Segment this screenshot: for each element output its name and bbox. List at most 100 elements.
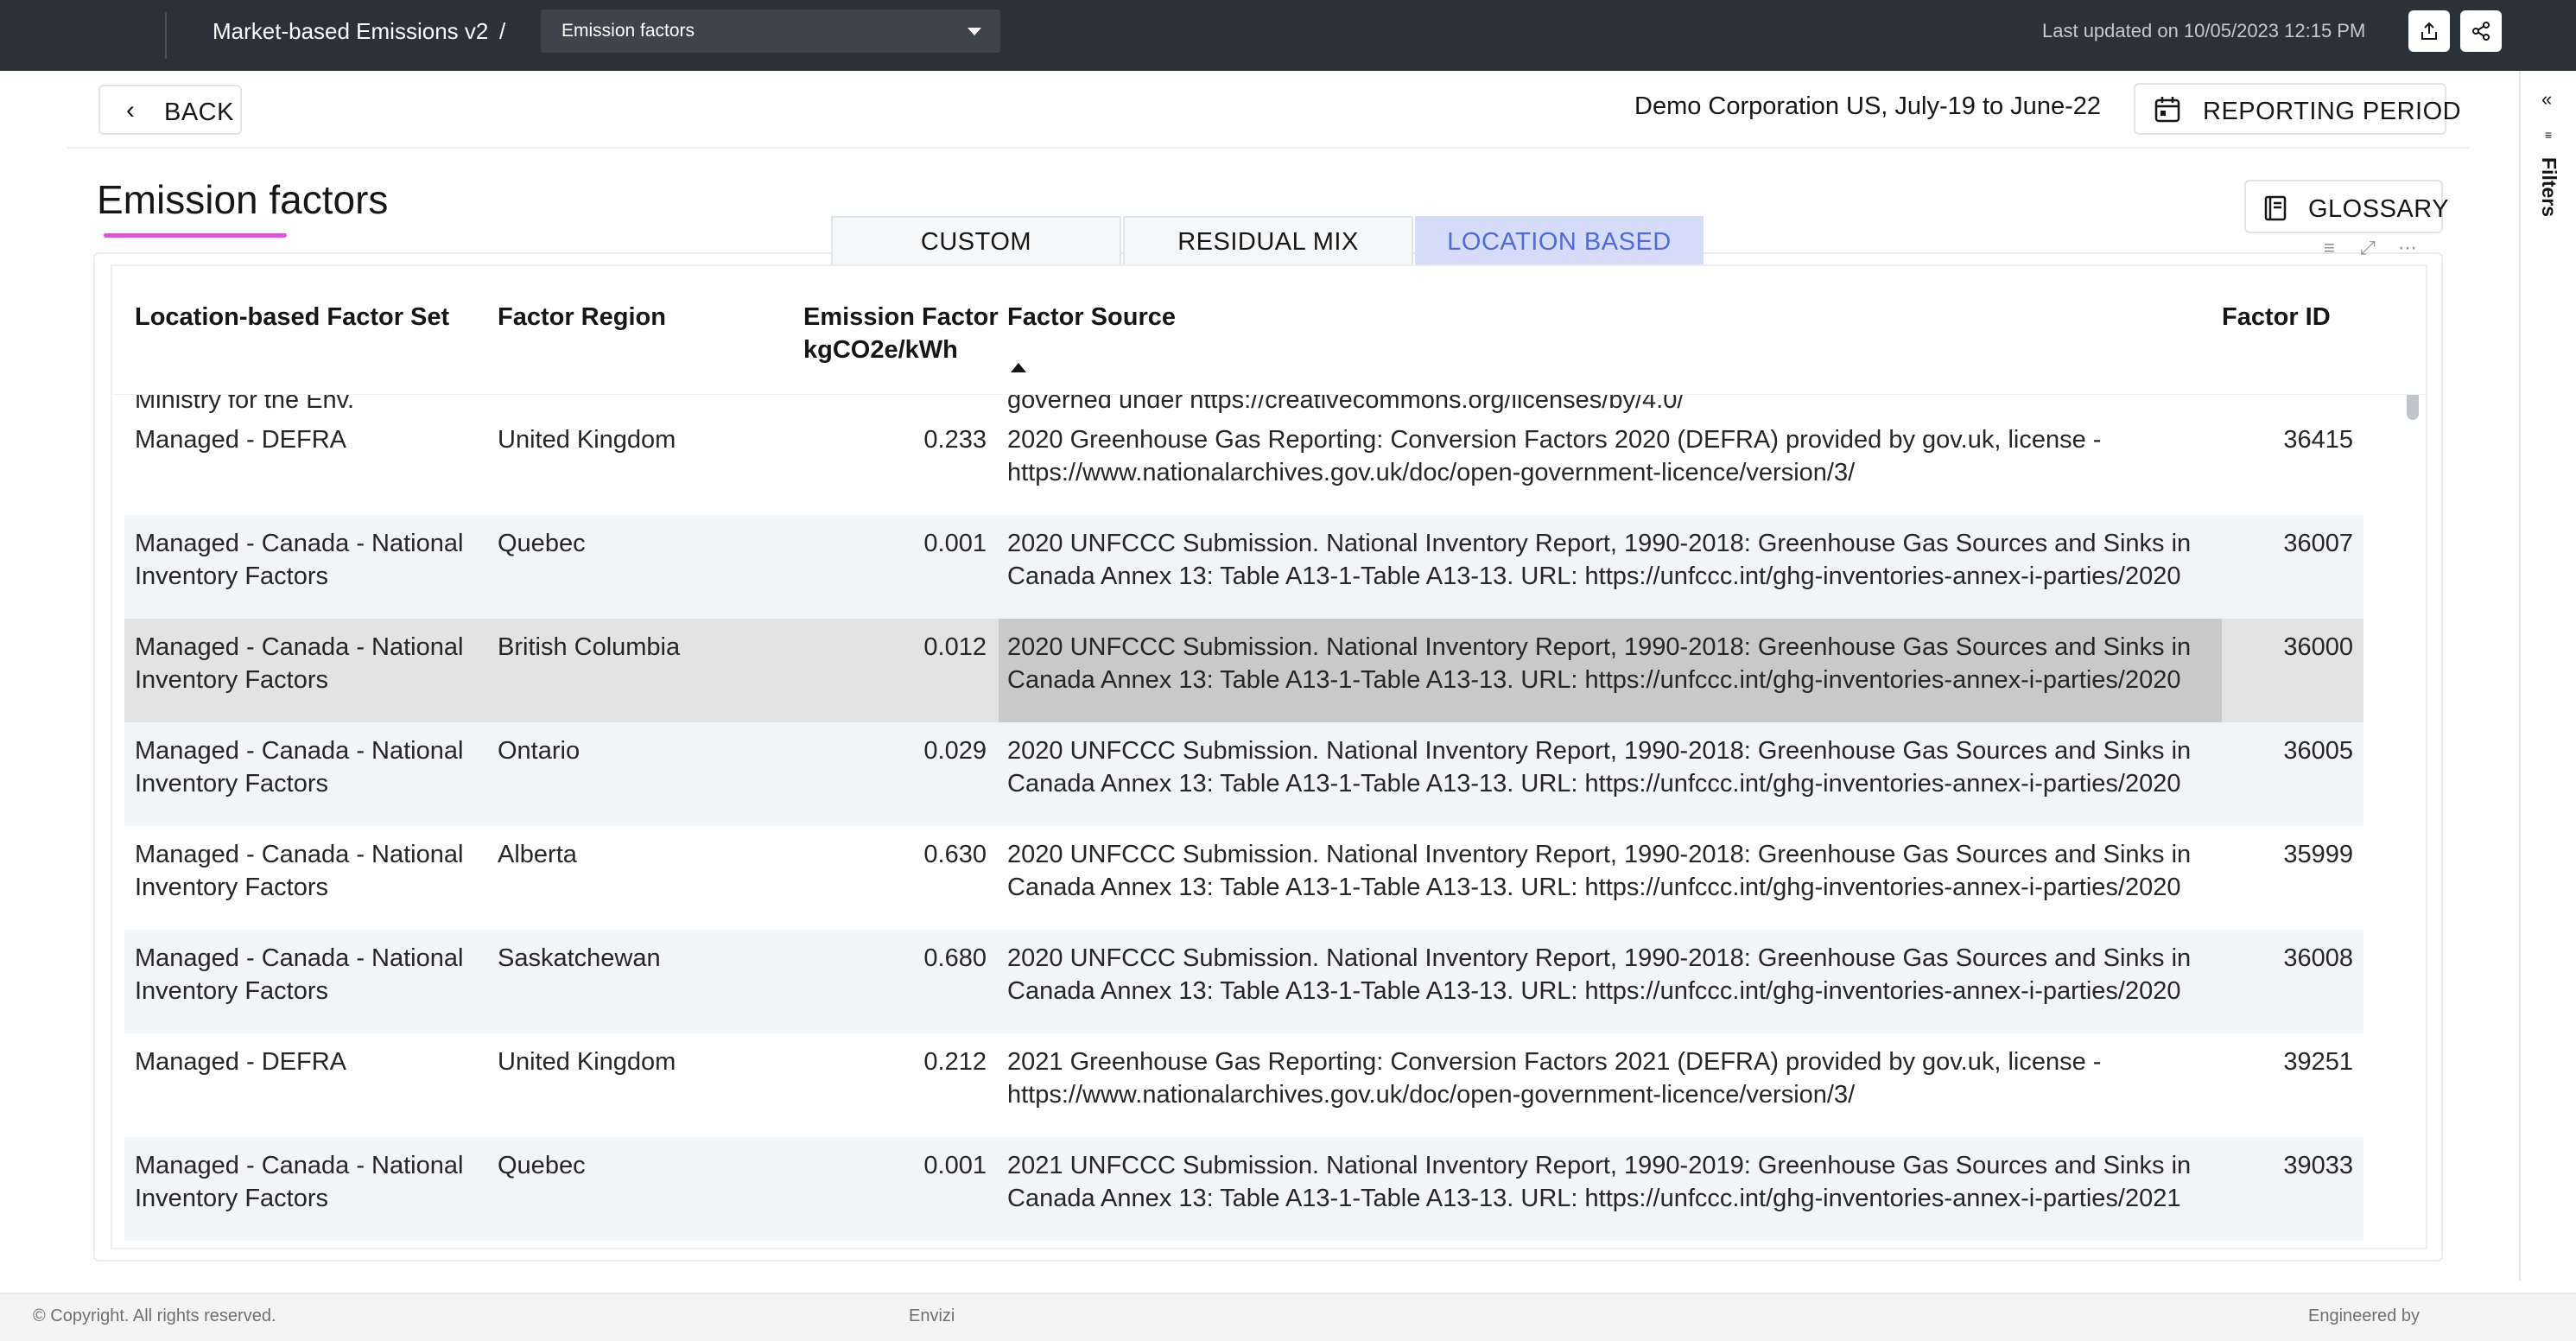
cell-region: United Kingdom (498, 1048, 676, 1076)
cell-source-text: 2020 UNFCCC Submission. National Invento… (1007, 841, 2192, 901)
cell-factor-id: 39033 (2283, 1152, 2353, 1179)
col-header-factor-id[interactable]: Factor ID (2222, 301, 2331, 334)
cell-emission-factor: 0.630 (923, 841, 987, 868)
breadcrumb-separator: / (499, 18, 506, 44)
toolbar-divider (67, 147, 2469, 149)
cell-factor-id: 36008 (2283, 944, 2353, 972)
cell-region: Quebec (498, 530, 586, 557)
cell-factor-id: 39251 (2283, 1048, 2353, 1076)
table-row[interactable]: Managed - DEFRA United Kingdom 0.212 202… (124, 1033, 2363, 1137)
book-icon (2264, 195, 2287, 221)
cell-region: Quebec (498, 1152, 586, 1179)
cell-factor-set: Managed - Canada - National Inventory Fa… (135, 944, 464, 1005)
share-icon (2472, 22, 2490, 41)
footer-brand: Envizi (909, 1306, 955, 1325)
cell-emission-factor: 0.029 (923, 737, 987, 765)
cell-source-text: 2020 UNFCCC Submission. National Invento… (1007, 633, 2192, 694)
table-row[interactable]: Managed - Canada - National Inventory Fa… (124, 826, 2363, 930)
cell-region: Alberta (498, 841, 577, 868)
cell-source: 2021 UNFCCC Submission. National Invento… (999, 1137, 2222, 1241)
table-body: Ministry for the Env. governed under htt… (124, 394, 2363, 1248)
col-header-emission-factor[interactable]: Emission Factor kgCO2e/kWh (803, 301, 999, 366)
cell-source: 2020 UNFCCC Submission. National Invento… (999, 722, 2222, 826)
table-header: Location-based Factor Set Factor Region … (112, 266, 2426, 395)
tab-custom[interactable]: CUSTOM (831, 216, 1121, 268)
cell-source: 2021 Greenhouse Gas Reporting: Conversio… (999, 1033, 2222, 1137)
footer: © Copyright. All rights reserved. Envizi… (0, 1293, 2576, 1341)
cell-emission-factor: 0.680 (923, 944, 987, 972)
footer-engineered-by: Engineered by (2308, 1306, 2420, 1325)
topbar-divider (165, 12, 167, 59)
cell-region: Ontario (498, 737, 581, 765)
collapse-chevron-icon[interactable]: « (2541, 88, 2552, 111)
table-row[interactable]: Managed - Canada - National Inventory Fa… (124, 722, 2363, 826)
app-title[interactable]: Market-based Emissions v2 (213, 17, 488, 45)
table-row-selected[interactable]: Managed - Canada - National Inventory Fa… (124, 619, 2363, 722)
glossary-button[interactable]: GLOSSARY (2244, 180, 2449, 233)
org-period-text: Demo Corporation US, July-19 to June-22 (1634, 92, 2101, 120)
cell-source-text: 2021 UNFCCC Submission. National Invento… (1007, 1152, 2192, 1212)
more-options-icon[interactable]: ⋯ (2398, 237, 2417, 259)
sort-ascending-icon[interactable] (1011, 363, 1026, 372)
cell-emission-factor: 0.001 (923, 1152, 987, 1179)
cell-factor-set: Managed - Canada - National Inventory Fa… (135, 633, 464, 694)
cell-factor-set: Managed - Canada - National Inventory Fa… (135, 530, 464, 590)
cell-factor-set: Managed - DEFRA (135, 1048, 346, 1076)
page-select-dropdown[interactable]: Emission factors (541, 10, 1000, 53)
cell-source: 2020 Greenhouse Gas Reporting: Conversio… (999, 411, 2222, 515)
cell-factor-id: 36000 (2283, 633, 2353, 661)
col-header-factor-set[interactable]: Location-based Factor Set (135, 301, 449, 334)
page-select-value: Emission factors (562, 21, 695, 41)
cell-factor-id: 36007 (2283, 530, 2353, 557)
cell-emission-factor: 0.233 (923, 426, 987, 454)
tab-location-based[interactable]: LOCATION BASED (1415, 216, 1704, 268)
cell-source-text: 2020 Greenhouse Gas Reporting: Conversio… (1007, 426, 2102, 486)
filter-mini-icon: ≡ (2545, 128, 2553, 142)
emission-factors-table: Location-based Factor Set Factor Region … (111, 264, 2427, 1249)
cell-factor-id: 36415 (2283, 426, 2353, 454)
cell-factor-id: 35999 (2283, 841, 2353, 868)
cell-source-text: 2020 UNFCCC Submission. National Invento… (1007, 944, 2192, 1005)
export-icon (2421, 22, 2437, 40)
cell-region: Saskatchewan (498, 944, 661, 972)
filter-icon[interactable]: ≡ (2324, 237, 2335, 259)
cell-factor-set: Managed - Canada - National Inventory Fa… (135, 841, 464, 901)
cell-emission-factor: 0.012 (923, 633, 987, 661)
table-row[interactable]: Managed - DEFRA United Kingdom 0.233 202… (124, 411, 2363, 515)
cell-factor-set: Managed - DEFRA (135, 426, 346, 454)
cell-source-text: 2020 UNFCCC Submission. National Invento… (1007, 530, 2192, 590)
page-title: Emission factors (97, 177, 389, 222)
table-row[interactable]: Managed - Canada - National Inventory Fa… (124, 1137, 2363, 1241)
cell-emission-factor: 0.212 (923, 1048, 987, 1076)
caret-down-icon (968, 28, 981, 35)
cell-source: 2020 UNFCCC Submission. National Invento… (999, 930, 2222, 1033)
col-header-ef-line1: Emission Factor (803, 303, 999, 331)
cell-factor-set: Managed - Canada - National Inventory Fa… (135, 737, 464, 798)
cell-source: 2020 UNFCCC Submission. National Invento… (999, 826, 2222, 930)
back-label: BACK (164, 99, 234, 126)
table-row[interactable]: Managed - Canada - National Inventory Fa… (124, 930, 2363, 1033)
filters-label: Filters (2538, 157, 2560, 218)
cell-region: United Kingdom (498, 426, 676, 454)
cell-region: British Columbia (498, 633, 681, 661)
back-button[interactable]: ‹ BACK (98, 85, 242, 135)
col-header-source[interactable]: Factor Source (1007, 301, 1176, 334)
last-updated-text: Last updated on 10/05/2023 12:15 PM (2042, 20, 2366, 41)
cell-factor-id: 36005 (2283, 737, 2353, 765)
cell-source: 2020 UNFCCC Submission. National Invento… (999, 619, 2222, 722)
cell-source: 2020 UNFCCC Submission. National Invento… (999, 515, 2222, 619)
chevron-left-icon: ‹ (126, 96, 135, 124)
expand-icon[interactable]: ⤢ (2360, 237, 2376, 259)
tab-residual-mix[interactable]: RESIDUAL MIX (1123, 216, 1413, 268)
export-button[interactable] (2408, 10, 2450, 52)
filters-toggle[interactable]: Filters (2536, 157, 2562, 261)
table-row[interactable]: Ministry for the Env. governed under htt… (124, 394, 2363, 414)
top-bar: Market-based Emissions v2 / Emission fac… (0, 0, 2576, 71)
card-toolbar: ≡ ⤢ ⋯ (2324, 237, 2427, 263)
col-header-region[interactable]: Factor Region (498, 301, 666, 334)
share-button[interactable] (2460, 10, 2502, 52)
table-row[interactable]: Managed - Canada - National Inventory Fa… (124, 515, 2363, 619)
reporting-period-button[interactable]: REPORTING PERIOD (2134, 83, 2461, 135)
cell-source-text: 2020 UNFCCC Submission. National Invento… (1007, 737, 2192, 798)
cell-source-text: 2021 Greenhouse Gas Reporting: Conversio… (1007, 1048, 2102, 1109)
